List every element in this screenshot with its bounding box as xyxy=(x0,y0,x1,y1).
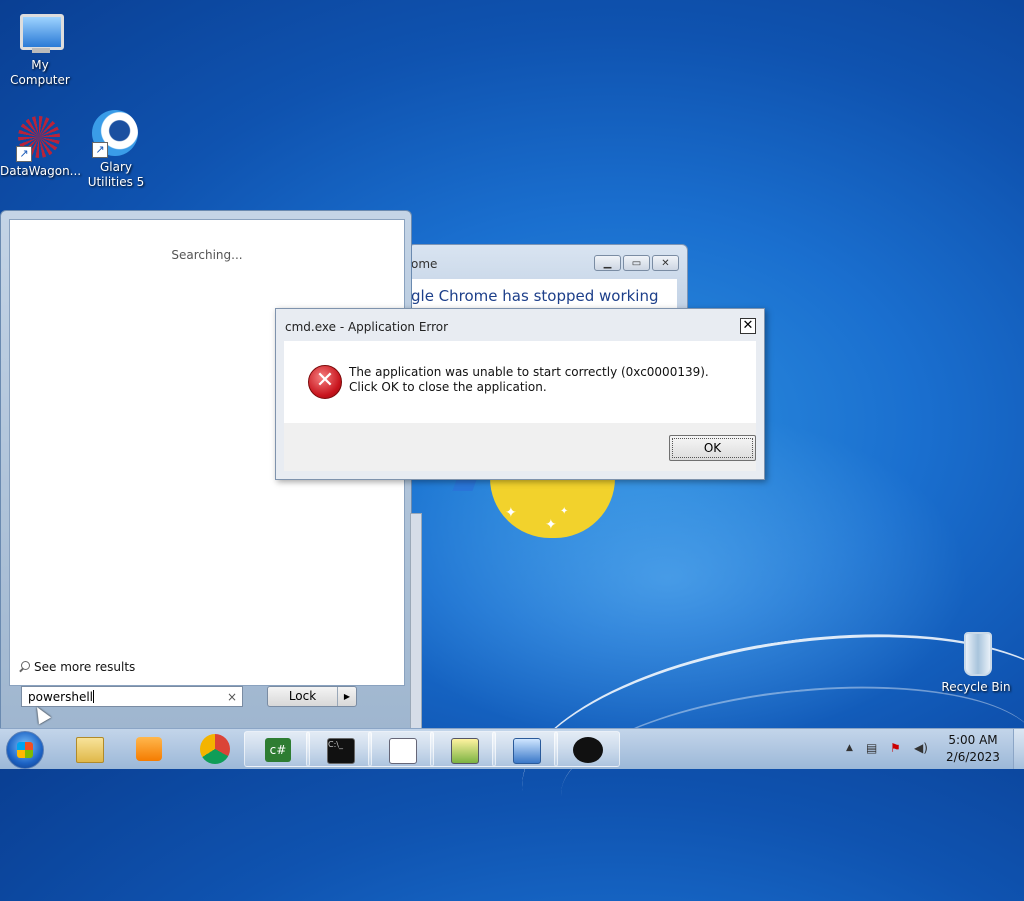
minimize-button[interactable]: ▁ xyxy=(594,255,621,271)
remote-desktop-icon xyxy=(513,738,541,764)
search-icon xyxy=(18,661,30,673)
network-icon[interactable]: ▤ xyxy=(866,741,877,755)
sparkle-icon: ✦ xyxy=(545,517,557,533)
folder-icon xyxy=(76,737,104,763)
taskbar-file-explorer[interactable] xyxy=(58,731,118,767)
start-button[interactable] xyxy=(6,731,44,769)
desktop-icon-datawagon[interactable]: ↗ DataWagon... xyxy=(0,114,82,179)
volume-icon[interactable]: ◀) xyxy=(914,741,928,755)
taskbar-media-player[interactable] xyxy=(118,731,178,767)
media-player-icon xyxy=(136,737,162,761)
recycle-bin-icon xyxy=(952,630,1000,678)
background-window-edge xyxy=(410,513,422,730)
desktop-icon-label: Recycle Bin xyxy=(941,680,1011,694)
error-message: The application was unable to start corr… xyxy=(349,365,709,394)
desktop-icon-my-computer[interactable]: My Computer xyxy=(0,8,80,88)
datawagon-icon: ↗ xyxy=(16,114,64,162)
show-desktop-button[interactable] xyxy=(1013,729,1024,769)
taskbar-cmd[interactable]: C:\_ xyxy=(306,731,372,767)
application-error-dialog[interactable]: cmd.exe - Application Error ✕ ✕ The appl… xyxy=(275,308,765,480)
sparkle-icon: ✦ xyxy=(560,506,569,517)
sparkle-icon: ✦ xyxy=(505,505,517,521)
desktop-icon-label: DataWagon... xyxy=(0,164,82,178)
close-button[interactable]: ✕ xyxy=(652,255,679,271)
error-icon: ✕ xyxy=(308,365,342,399)
taskbar-chrome[interactable] xyxy=(182,731,242,767)
taskbar-penguin-app[interactable] xyxy=(554,731,620,767)
show-hidden-icons-icon[interactable]: ▲ xyxy=(846,743,853,753)
start-search-input[interactable]: powershell × xyxy=(21,686,243,707)
clock-date: 2/6/2023 xyxy=(946,750,1000,764)
wallpaper-swoosh-secondary xyxy=(552,665,1024,877)
text-caret xyxy=(93,690,94,703)
chrome-icon xyxy=(200,734,230,764)
search-input-value: powershell xyxy=(28,690,93,704)
clock[interactable]: 5:00 AM 2/6/2023 xyxy=(930,732,1016,766)
penguin-app-icon xyxy=(573,737,603,763)
window-title: ome xyxy=(411,257,438,271)
desktop-icon-recycle-bin[interactable]: Recycle Bin xyxy=(936,630,1016,695)
windows-logo-icon xyxy=(17,742,33,758)
dialog-title: cmd.exe - Application Error xyxy=(285,320,449,334)
chrome-error-message: gle Chrome has stopped working xyxy=(411,287,659,305)
see-more-label: See more results xyxy=(34,660,136,674)
taskbar: c# C:\_ ▲ ▤ ⚑ ◀) 5:00 AM 2/6/2023 xyxy=(0,728,1024,769)
lock-button-label: Lock xyxy=(268,687,338,706)
desktop-icon-glary-utilities[interactable]: ↗ Glary Utilities 5 xyxy=(76,110,156,190)
taskbar-document-app[interactable] xyxy=(368,731,434,767)
action-center-flag-icon[interactable]: ⚑ xyxy=(890,741,901,755)
glary-utilities-icon: ↗ xyxy=(92,110,140,158)
computer-icon xyxy=(16,8,64,56)
checklist-app-icon xyxy=(451,738,479,764)
power-options-arrow-icon[interactable]: ▶ xyxy=(338,687,356,706)
lock-button[interactable]: Lock ▶ xyxy=(267,686,357,707)
taskbar-csharp-app[interactable]: c# xyxy=(244,731,310,767)
desktop-icon-label: My Computer xyxy=(10,58,70,87)
cmd-icon: C:\_ xyxy=(327,738,355,764)
maximize-button[interactable]: ▭ xyxy=(623,255,650,271)
search-status: Searching... xyxy=(171,248,243,262)
clock-time: 5:00 AM xyxy=(948,733,998,747)
clear-search-icon[interactable]: × xyxy=(227,688,237,706)
see-more-results-link[interactable]: See more results xyxy=(18,660,135,674)
desktop-icon-label: Glary Utilities 5 xyxy=(87,160,145,189)
taskbar-remote-desktop[interactable] xyxy=(492,731,558,767)
document-app-icon xyxy=(389,738,417,764)
csharp-icon: c# xyxy=(265,738,291,762)
taskbar-checklist-app[interactable] xyxy=(430,731,496,767)
ok-button[interactable]: OK xyxy=(669,435,756,461)
close-icon[interactable]: ✕ xyxy=(740,318,756,334)
